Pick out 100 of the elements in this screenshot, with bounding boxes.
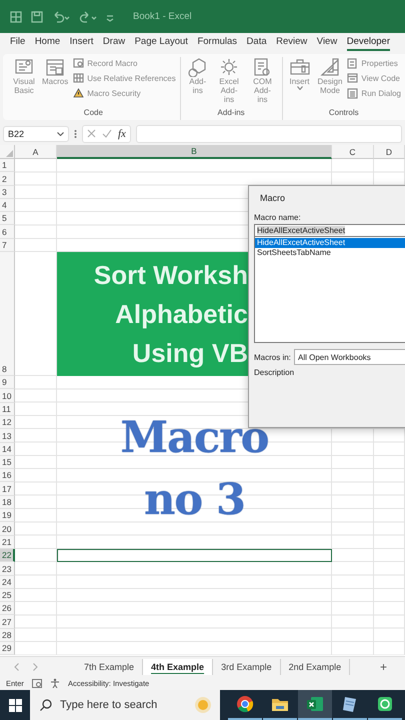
row-header[interactable]: 20	[0, 522, 15, 536]
selected-cell[interactable]	[57, 548, 332, 562]
save-icon[interactable]	[31, 10, 43, 22]
field-label: Macro name:	[254, 213, 301, 222]
ribbon-tab[interactable]: Insert	[70, 34, 94, 51]
grid-icon	[73, 73, 84, 84]
row-header[interactable]: 4	[0, 198, 15, 212]
select-all-icon[interactable]	[6, 150, 13, 157]
column-header[interactable]: D	[374, 145, 405, 159]
macro-list-item[interactable]: SortSheetsTabName	[255, 248, 405, 257]
row-header[interactable]: 1	[0, 159, 15, 172]
insert-function-button[interactable]: fx	[118, 128, 126, 140]
banner-text: Sort Worksh	[94, 258, 248, 292]
caret-icon	[57, 132, 64, 136]
sheet-tab[interactable]: 2nd Example	[280, 658, 350, 674]
macro-record-icon[interactable]	[32, 678, 42, 688]
row-header[interactable]: 6	[0, 225, 15, 239]
app-grid-icon	[10, 10, 22, 22]
group-label: Code	[82, 108, 104, 119]
ribbon-tab[interactable]: Draw	[102, 34, 126, 51]
row-header[interactable]: 3	[0, 186, 15, 199]
row-header[interactable]: 13	[0, 429, 15, 443]
sheet-tab[interactable]: 3rd Example	[213, 658, 281, 674]
browser-icon	[236, 695, 254, 713]
row-header[interactable]: 16	[0, 469, 15, 482]
ribbon-tab[interactable]: Review	[276, 34, 308, 51]
row-header[interactable]: 27	[0, 615, 15, 629]
ruler-icon	[318, 57, 341, 77]
row-header[interactable]: 9	[0, 376, 15, 390]
macro-name-field[interactable]: HideAllExcetActiveSheet	[254, 224, 405, 237]
ring-app-icon	[376, 695, 394, 713]
window-title: Book1 - Excel	[133, 11, 192, 22]
more-icon	[74, 128, 77, 138]
add-sheet-button[interactable]: +	[380, 660, 387, 674]
next-icon[interactable]	[33, 662, 38, 670]
warning-icon	[73, 88, 84, 99]
row-header[interactable]: 11	[0, 402, 15, 416]
row-header[interactable]: 12	[0, 416, 15, 430]
dialog-title: Macro	[260, 193, 286, 203]
row-header[interactable]: 24	[0, 576, 15, 589]
column-header[interactable]: A	[15, 145, 57, 159]
accessibility-icon[interactable]	[50, 678, 60, 688]
code-window-icon	[347, 73, 358, 84]
row-header[interactable]: 22	[0, 548, 15, 562]
macros-in-dropdown[interactable]: All Open Workbooks	[294, 349, 405, 365]
dialog-icon	[347, 88, 358, 99]
macros-icon	[44, 57, 66, 77]
heading-text: no 3	[144, 474, 245, 527]
undo-icon[interactable]	[52, 10, 70, 22]
ribbon-tab[interactable]: Formulas	[197, 34, 238, 51]
row-header[interactable]: 28	[0, 628, 15, 642]
name-box[interactable]: B22	[3, 126, 69, 142]
macro-list[interactable]: HideAllExcetActiveSheet SortSheetsTabName	[254, 237, 405, 343]
column-header[interactable]: C	[332, 145, 374, 159]
macro-list-item[interactable]: HideAllExcetActiveSheet	[255, 238, 405, 248]
row-header[interactable]: 15	[0, 456, 15, 470]
row-header[interactable]: 8	[0, 252, 15, 376]
search-icon	[40, 699, 52, 711]
record-icon	[73, 58, 84, 69]
field-label: Description	[254, 368, 294, 377]
row-header[interactable]: 26	[0, 602, 15, 616]
banner-text: Using VB	[132, 336, 248, 370]
group-label: Add-ins	[216, 108, 246, 119]
spreadsheet-icon	[306, 695, 324, 713]
row-header[interactable]: 25	[0, 588, 15, 602]
caret-icon	[296, 86, 303, 90]
ribbon-tab[interactable]: Page Layout	[134, 34, 188, 51]
row-header[interactable]: 23	[0, 562, 15, 576]
row-header[interactable]: 18	[0, 496, 15, 510]
ribbon-tab[interactable]: File	[10, 34, 26, 51]
ribbon-tab[interactable]: Developer	[346, 34, 390, 51]
cancel-icon[interactable]	[87, 129, 96, 138]
row-header[interactable]: 21	[0, 536, 15, 549]
row-header[interactable]: 19	[0, 509, 15, 522]
row-header[interactable]: 2	[0, 172, 15, 186]
banner-text: Alphabetic	[115, 298, 248, 331]
windows-icon[interactable]	[8, 698, 22, 712]
weather-icon	[194, 696, 212, 714]
heading-text: Macro	[120, 412, 268, 465]
previous-icon[interactable]	[14, 662, 19, 670]
field-label: Macros in:	[254, 353, 291, 362]
toolbox-icon	[288, 57, 311, 77]
row-header[interactable]: 7	[0, 238, 15, 252]
column-header[interactable]: B	[57, 145, 332, 159]
row-header[interactable]: 17	[0, 482, 15, 496]
properties-icon	[347, 58, 358, 69]
row-header[interactable]: 10	[0, 389, 15, 403]
search-field[interactable]: Type here to search	[30, 690, 220, 720]
notepad-icon	[341, 695, 359, 713]
ribbon-tab[interactable]: View	[316, 34, 338, 51]
ribbon-tab[interactable]: Home	[34, 34, 60, 51]
formula-input[interactable]	[136, 124, 402, 142]
check-icon[interactable]	[102, 129, 112, 138]
ribbon-tab[interactable]: Data	[246, 34, 267, 51]
row-header[interactable]: 14	[0, 442, 15, 456]
row-header[interactable]: 29	[0, 642, 15, 656]
row-header[interactable]: 5	[0, 212, 15, 226]
group-label: Controls	[328, 108, 360, 119]
redo-icon[interactable]	[79, 10, 97, 22]
sheet-tab[interactable]: 4th Example	[143, 658, 214, 674]
